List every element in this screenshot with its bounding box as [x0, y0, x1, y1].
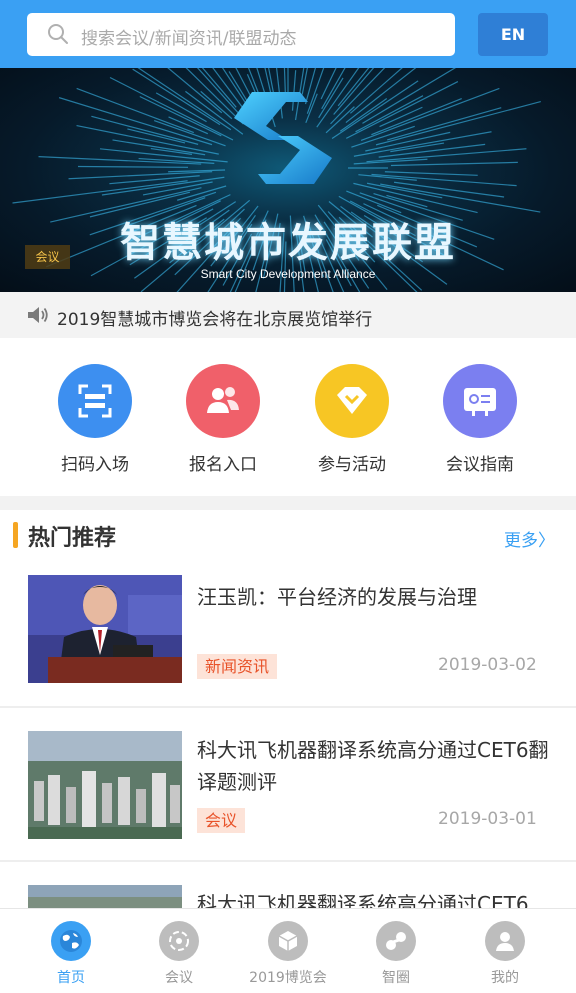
banner-title: 智慧城市发展联盟	[120, 220, 456, 266]
quick-entries: 扫码入场 报名入口 参与活动 会议指南	[0, 338, 576, 496]
bottom-tab-bar: 首页 会议 2019博览会 智圈 我的	[0, 908, 576, 993]
chevron-right-icon: 〉	[538, 531, 555, 551]
article-title: 科大讯飞机器翻译系统高分通过CET6翻译题测评	[197, 738, 549, 794]
tab-label: 会议	[165, 970, 193, 986]
scan-icon	[58, 364, 132, 438]
article-tag: 新闻资讯	[197, 654, 278, 679]
tab-label: 2019博览会	[249, 970, 327, 986]
banner-ray	[168, 169, 226, 173]
banner-ray	[371, 173, 517, 187]
tab-label: 我的	[491, 970, 519, 986]
more-label: 更多	[504, 531, 538, 551]
article-item[interactable]: 汪玉凯：平台经济的发展与治理 新闻资讯 2019-03-02	[0, 575, 576, 705]
divider	[0, 860, 576, 862]
banner-ray	[384, 171, 478, 176]
tab-meeting[interactable]: 会议	[124, 921, 234, 987]
banner-ray	[390, 161, 518, 167]
banner-ray	[76, 87, 194, 134]
divider	[0, 706, 576, 708]
search-input[interactable]: 搜索会议/新闻资讯/联盟动态	[27, 13, 455, 56]
banner-ray	[78, 165, 189, 168]
banner-ray	[68, 171, 213, 180]
notice-bar[interactable]: 2019智慧城市博览会将在北京展览馆举行	[0, 292, 576, 338]
article-date: 2019-03-01	[438, 809, 537, 829]
article-item[interactable]: 科大讯飞机器翻译系统高分通过CET6翻译题测评 会议 2019-03-01	[0, 731, 576, 861]
tab-label: 智圈	[382, 970, 410, 986]
article-tag: 会议	[197, 808, 246, 833]
speaker-icon	[28, 307, 48, 323]
search-placeholder: 搜索会议/新闻资讯/联盟动态	[81, 29, 297, 49]
quick-register-entry[interactable]: 报名入口	[168, 364, 278, 475]
quick-label: 报名入口	[189, 455, 257, 475]
alliance-logo	[234, 92, 332, 184]
guide-icon	[443, 364, 517, 438]
article-thumbnail	[28, 731, 182, 839]
banner-ray	[333, 68, 375, 115]
users-icon	[186, 364, 260, 438]
section-title: 热门推荐	[28, 526, 117, 551]
section-accent-bar	[13, 522, 18, 548]
banner-subtitle: Smart City Development Alliance	[200, 267, 376, 281]
quick-label: 参与活动	[318, 455, 386, 475]
quick-scan-entry[interactable]: 扫码入场	[40, 364, 150, 475]
banner[interactable]: 智慧城市发展联盟 Smart City Development Alliance	[0, 68, 576, 292]
article-title: 汪玉凯：平台经济的发展与治理	[197, 585, 477, 609]
banner-ray	[330, 68, 386, 125]
quick-label: 扫码入场	[61, 455, 129, 475]
tab-circle[interactable]: 智圈	[341, 921, 451, 987]
search-icon	[48, 24, 68, 44]
article-thumbnail	[28, 575, 182, 683]
quick-label: 会议指南	[446, 455, 514, 475]
banner-ray	[38, 156, 202, 165]
banner-ray	[127, 128, 186, 144]
quick-guide-entry[interactable]: 会议指南	[425, 364, 535, 475]
circle-icon	[376, 921, 416, 961]
language-en-button[interactable]: EN	[478, 13, 548, 56]
top-header: 搜索会议/新闻资讯/联盟动态 EN	[0, 0, 576, 68]
article-date: 2019-03-02	[438, 655, 537, 675]
globe-icon	[51, 921, 91, 961]
article-thumbnail	[28, 885, 182, 910]
more-link[interactable]: 更多〉	[504, 526, 555, 551]
tab-home[interactable]: 首页	[16, 921, 126, 987]
hot-recommend-section: 热门推荐 更多〉 汪玉凯：平台经济的发展与治理 新闻资讯 2019-03-02	[0, 510, 576, 916]
meeting-icon	[159, 921, 199, 961]
banner-tag: 会议	[25, 245, 70, 269]
tab-label: 首页	[57, 970, 85, 986]
notice-text: 2019智慧城市博览会将在北京展览馆举行	[57, 310, 373, 330]
cube-icon	[268, 921, 308, 961]
banner-ray	[386, 194, 428, 208]
tab-expo[interactable]: 2019博览会	[233, 921, 343, 987]
quick-activity-entry[interactable]: 参与活动	[297, 364, 407, 475]
diamond-icon	[315, 364, 389, 438]
tab-mine[interactable]: 我的	[450, 921, 560, 987]
user-icon	[485, 921, 525, 961]
